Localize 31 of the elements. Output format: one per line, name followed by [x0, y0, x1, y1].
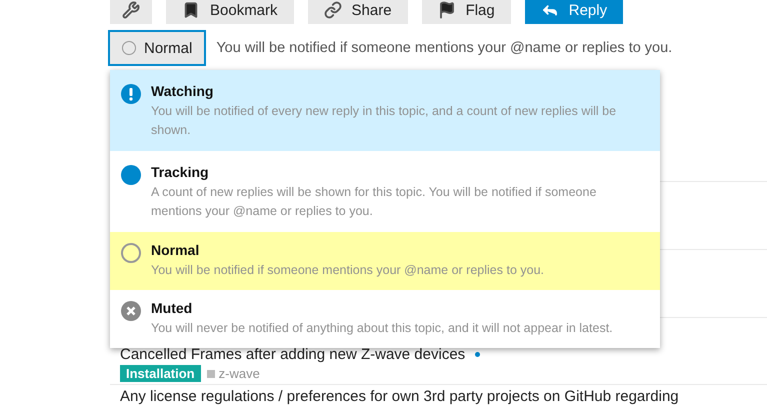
flag-button[interactable]: Flag [422, 0, 511, 24]
menu-item-description: You will be notified of every new reply in this topic, and a count of new replies will be shown. [151, 103, 618, 139]
circle-icon [121, 243, 141, 263]
menu-item[interactable]: Muted You will never be notified of anything about this topic, and it will not appear in latest. [110, 290, 660, 348]
x-circle-icon [121, 301, 141, 321]
topic-title[interactable]: Any license regulations / preferences for own 3rd party projects on GitHub regarding [120, 388, 679, 405]
menu-item[interactable]: Normal You will be notified if someone mentions your @name or replies to you. [110, 232, 660, 290]
notification-level-button[interactable]: Normal [108, 30, 206, 66]
menu-item-title: Muted [151, 300, 194, 316]
tag-icon [206, 370, 215, 378]
circle-icon [122, 41, 136, 55]
bookmark-button[interactable]: Bookmark [166, 0, 294, 24]
filled-circle-icon [121, 165, 141, 185]
menu-item-title: Watching [151, 83, 214, 99]
link-icon [324, 1, 342, 19]
exclamation-icon [121, 84, 141, 104]
menu-item-title: Normal [151, 242, 200, 258]
share-button[interactable]: Share [308, 0, 408, 24]
menu-item-description: You will be notified if someone mentions your @name or replies to you. [151, 262, 544, 279]
menu-item-title: Tracking [151, 164, 210, 180]
menu-item-description: You will never be notified of anything about this topic, and it will not appear in latest. [151, 320, 613, 337]
menu-item[interactable]: Tracking A count of new replies will be shown for this topic. You will be notified if someone mentions your @name or replies to you. [110, 151, 660, 232]
wrench-icon [122, 1, 140, 19]
flag-icon [438, 1, 456, 19]
bookmark-icon [182, 1, 200, 19]
reply-button[interactable]: Reply [524, 0, 624, 24]
notification-description: You will be notified if someone mentions your @name or replies to you. [216, 40, 672, 56]
topic-title[interactable]: Cancelled Frames after adding new Z-wave devices [120, 346, 466, 363]
menu-item-description: A count of new replies will be shown for this topic. You will be notified if someone mentions your @name or replies to you. [151, 184, 598, 220]
wrench-button[interactable] [110, 0, 152, 24]
menu-item[interactable]: Watching You will be notified of every new reply in this topic, and a count of new replies will be shown. [110, 70, 660, 151]
